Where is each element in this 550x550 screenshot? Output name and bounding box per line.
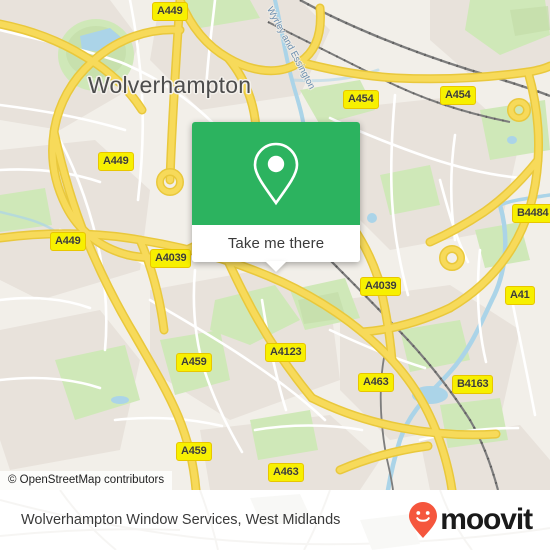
- road-shield[interactable]: A454: [343, 90, 379, 109]
- popup-pin-area: [192, 122, 360, 225]
- road-shield[interactable]: A459: [176, 353, 212, 372]
- road-shield[interactable]: A4039: [150, 249, 192, 268]
- take-me-there-label: Take me there: [227, 235, 325, 252]
- moovit-smiley-pin-icon: [408, 501, 438, 539]
- road-shield[interactable]: A449: [50, 232, 86, 251]
- map-pin-icon: [251, 141, 301, 207]
- footer-bar: Wolverhampton Window Services, West Midl…: [0, 490, 550, 550]
- road-shield[interactable]: B4163: [452, 375, 494, 394]
- road-shield[interactable]: A4039: [360, 277, 402, 296]
- road-shield[interactable]: A449: [98, 152, 134, 171]
- road-shield[interactable]: B4484: [512, 204, 550, 223]
- take-me-there-button[interactable]: Take me there: [192, 225, 360, 262]
- moovit-logo[interactable]: moovit: [408, 501, 533, 539]
- osm-attribution[interactable]: © OpenStreetMap contributors: [0, 471, 173, 490]
- road-shield[interactable]: A463: [358, 373, 394, 392]
- place-title: Wolverhampton Window Services, West Midl…: [21, 512, 341, 528]
- city-label-wolverhampton: Wolverhampton: [88, 72, 252, 98]
- road-shield[interactable]: A449: [152, 2, 188, 21]
- road-shield[interactable]: A459: [176, 442, 212, 461]
- location-popup-card[interactable]: Take me there: [192, 122, 360, 272]
- map-canvas[interactable]: Wolverhampton Wyrley and Essington A449 …: [0, 0, 550, 490]
- popup-tail: [265, 261, 287, 272]
- map-screenshot: Wolverhampton Wyrley and Essington A449 …: [0, 0, 550, 550]
- road-shield[interactable]: A41: [505, 286, 535, 305]
- road-shield[interactable]: A463: [268, 463, 304, 482]
- road-shield[interactable]: A4123: [265, 343, 307, 362]
- road-shield[interactable]: A454: [440, 86, 476, 105]
- moovit-wordmark: moovit: [440, 503, 533, 536]
